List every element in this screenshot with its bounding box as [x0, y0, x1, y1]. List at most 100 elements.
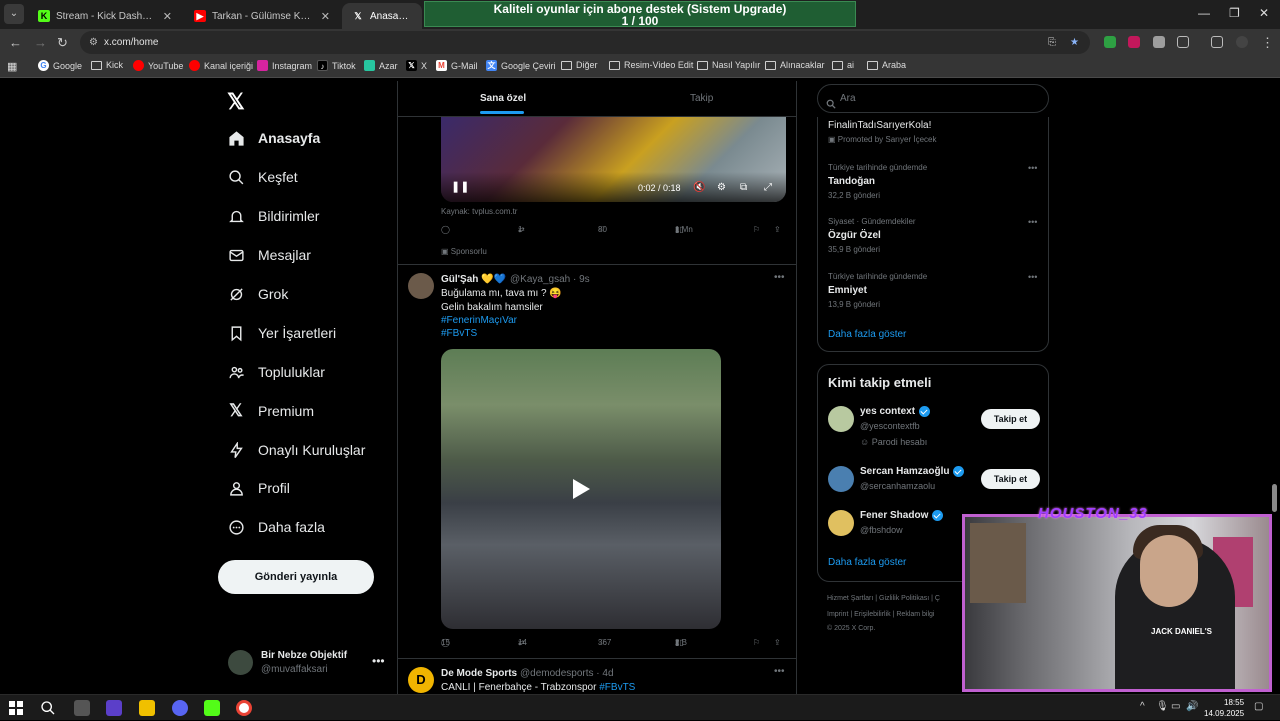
- hashtag-link[interactable]: #FenerinMaçıVar: [441, 315, 517, 326]
- show-more-trends-link[interactable]: Daha fazla göster: [828, 329, 906, 340]
- promoted-trend[interactable]: FinalinTadıSarıyerKola!: [828, 120, 931, 131]
- bookmark-resim-video[interactable]: Resim-Video Edit: [609, 60, 693, 70]
- bookmark-kanal[interactable]: Kanal içeriği: [189, 60, 253, 71]
- network-icon[interactable]: ▭: [1171, 701, 1180, 712]
- author-handle[interactable]: @demodesports · 4d: [520, 668, 614, 679]
- nav-messages[interactable]: Mesajlar: [227, 246, 311, 264]
- follow-button[interactable]: Takip et: [981, 409, 1040, 429]
- author-name[interactable]: Gül'Şah 💛💙: [441, 274, 506, 285]
- footer-links[interactable]: Hizmet Şartları | Gizlilik Politikası | …: [827, 595, 940, 602]
- nav-home[interactable]: Anasayfa: [227, 129, 320, 147]
- more-dots-icon[interactable]: •••: [774, 272, 785, 283]
- hashtag-link[interactable]: #FBvTS: [441, 328, 477, 339]
- show-more-follow-link[interactable]: Daha fazla göster: [828, 557, 906, 568]
- more-dots-icon[interactable]: •••: [774, 666, 785, 677]
- recorder-extension-icon[interactable]: [1128, 36, 1140, 48]
- share-icon[interactable]: ⇪: [774, 638, 781, 647]
- bookmark-icon[interactable]: ⚐: [753, 225, 760, 234]
- chrome-icon[interactable]: [236, 700, 252, 716]
- footer-links[interactable]: Imprint | Erişilebilirlik | Reklam bilgi: [827, 611, 935, 618]
- media-icon[interactable]: [1211, 36, 1223, 48]
- popout-icon[interactable]: ⧉: [740, 182, 747, 193]
- nav-profile[interactable]: Profil: [227, 479, 290, 497]
- nav-verified-orgs[interactable]: Onaylı Kuruluşlar: [227, 441, 365, 459]
- volume-icon[interactable]: 🔊: [1186, 701, 1198, 712]
- nav-premium[interactable]: 𝕏 Premium: [227, 401, 314, 420]
- account-switcher[interactable]: Bir Nebze Objektif @muvaffaksari •••: [228, 648, 393, 678]
- tab-x-home[interactable]: 𝕏 Anasayfa / X: [342, 3, 422, 29]
- windows-start-icon[interactable]: [9, 701, 23, 715]
- bookmark-youtube[interactable]: YouTube: [133, 60, 183, 71]
- nav-bookmarks[interactable]: Yer İşaretleri: [227, 324, 336, 342]
- discord-icon[interactable]: [172, 700, 188, 716]
- bookmark-gmail[interactable]: M G-Mail: [436, 60, 478, 71]
- avatar[interactable]: [408, 273, 434, 299]
- reload-icon[interactable]: ↻: [57, 35, 68, 51]
- notifications-icon[interactable]: ▢: [1254, 701, 1263, 712]
- nav-more[interactable]: Daha fazla: [227, 518, 325, 536]
- menu-dots-icon[interactable]: ⋮: [1261, 35, 1274, 51]
- bookmark-icon[interactable]: ⚐: [753, 638, 760, 647]
- obs-app-icon[interactable]: [106, 700, 122, 716]
- forward-icon[interactable]: →: [34, 35, 47, 50]
- more-dots-icon[interactable]: •••: [1028, 217, 1037, 227]
- bookmark-ai[interactable]: ai: [832, 60, 854, 70]
- more-dots-icon[interactable]: •••: [1028, 272, 1037, 282]
- system-clock[interactable]: 18:55 14.09.2025: [1204, 697, 1244, 719]
- address-bar[interactable]: ⚙ x.com/home ⎘ ★: [80, 31, 1090, 54]
- tab-following[interactable]: Takip: [690, 93, 713, 104]
- search-input[interactable]: Ara: [817, 84, 1049, 113]
- share-icon[interactable]: ⇪: [774, 225, 781, 234]
- tab-kick-dashboard[interactable]: K Stream - Kick Dashboard ✕: [28, 3, 182, 29]
- bookmark-diger[interactable]: Diğer: [561, 60, 598, 70]
- site-info-icon[interactable]: ⚙: [89, 31, 98, 54]
- sponsored-video[interactable]: ❚❚ 0:02 / 0:18 🔇 ⚙ ⧉ ⤢: [441, 117, 786, 202]
- bookmark-instagram[interactable]: Instagram: [257, 60, 312, 71]
- nav-communities[interactable]: Topluluklar: [227, 363, 325, 381]
- tab-for-you[interactable]: Sana özel: [480, 93, 526, 114]
- nav-grok[interactable]: Grok: [227, 285, 288, 303]
- tab-youtube[interactable]: ▶ Tarkan - Gülümse Kaderine (Eng ✕: [184, 3, 340, 29]
- tray-chevron-icon[interactable]: ^: [1140, 701, 1145, 712]
- close-icon[interactable]: ✕: [163, 10, 172, 23]
- file-explorer-icon[interactable]: [139, 700, 155, 716]
- bookmark-google[interactable]: G Google: [38, 60, 82, 71]
- fullscreen-icon[interactable]: ⤢: [764, 182, 772, 193]
- extensions-puzzle-icon[interactable]: [1177, 36, 1189, 48]
- author-handle[interactable]: @Kaya_gsah · 9s: [510, 274, 590, 285]
- nav-notifications[interactable]: Bildirimler: [227, 207, 319, 225]
- install-icon[interactable]: ⎘: [1048, 31, 1056, 54]
- kick-app-icon[interactable]: [204, 700, 220, 716]
- settings-icon[interactable]: ⚙: [717, 182, 726, 193]
- search-icon[interactable]: [40, 700, 56, 716]
- minimize-icon[interactable]: —: [1198, 6, 1210, 20]
- x-logo-icon[interactable]: 𝕏: [227, 89, 245, 115]
- bookmark-tiktok[interactable]: ♪ Tiktok: [317, 60, 356, 71]
- bookmark-araba[interactable]: Araba: [867, 60, 906, 70]
- bookmark-azar[interactable]: Azar: [364, 60, 398, 71]
- close-window-icon[interactable]: ✕: [1259, 6, 1269, 20]
- bookmark-kick[interactable]: Kick: [91, 60, 123, 70]
- play-icon[interactable]: [566, 474, 596, 504]
- page-scrollbar[interactable]: [1272, 484, 1277, 512]
- bookmark-x[interactable]: 𝕏X: [406, 60, 427, 71]
- pause-icon[interactable]: ❚❚: [451, 180, 469, 193]
- hashtag-link[interactable]: #FBvTS: [599, 682, 635, 693]
- post-button[interactable]: Gönderi yayınla: [218, 560, 374, 594]
- task-view-icon[interactable]: [74, 700, 90, 716]
- follow-button[interactable]: Takip et: [981, 469, 1040, 489]
- avatar[interactable]: D: [408, 667, 434, 693]
- star-icon[interactable]: ★: [1070, 31, 1079, 54]
- author-name[interactable]: De Mode Sports: [441, 668, 517, 679]
- bookmark-alinacaklar[interactable]: Alınacaklar: [765, 60, 825, 70]
- nav-explore[interactable]: Keşfet: [227, 168, 298, 186]
- tab-search-button[interactable]: ⌄: [4, 4, 24, 24]
- profile-avatar[interactable]: [1236, 36, 1248, 48]
- apps-grid-icon[interactable]: ▦: [7, 60, 17, 73]
- back-icon[interactable]: ←: [9, 35, 22, 50]
- reply-icon[interactable]: ◯: [441, 225, 450, 234]
- close-icon[interactable]: ✕: [321, 10, 330, 23]
- tweet-video[interactable]: [441, 349, 721, 629]
- bookmark-nasil-yapilir[interactable]: Nasıl Yapılır: [697, 60, 760, 70]
- microphone-icon[interactable]: 🎙: [1156, 701, 1169, 712]
